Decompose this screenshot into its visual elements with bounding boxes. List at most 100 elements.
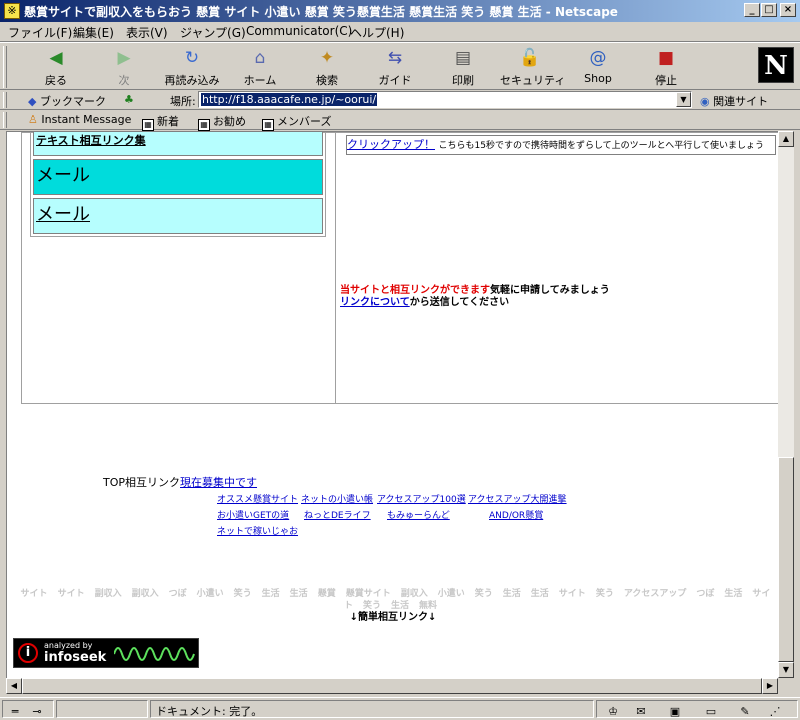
forward-arrow-icon: ▶ — [117, 48, 131, 68]
menu-go[interactable]: ジャンプ(G) — [180, 24, 246, 41]
navigation-toolbar: ◀ 戻る ▶ 次 ↻ 再読み込み ⌂ ホーム ✦ 検索 ⇆ ガイド ▤ 印刷 🔓… — [0, 42, 800, 90]
mail-link-1[interactable]: メール — [36, 161, 90, 187]
address-book-icon[interactable]: ▣ — [667, 705, 683, 719]
scroll-up-arrow-icon[interactable]: ▲ — [778, 131, 794, 147]
status-text: ドキュメント: 完了。 — [156, 705, 263, 718]
recommend-button[interactable]: ▦ お勧め — [198, 113, 246, 131]
horizontal-scrollbar[interactable]: ◀ ▶ — [6, 678, 778, 694]
connection-indicator: ═ ⊸ — [2, 700, 54, 718]
component-bar: ♔ ✉ ▣ ▭ ✎ ⋰ — [596, 700, 798, 718]
vertical-scroll-thumb[interactable] — [778, 457, 794, 662]
top-link-8[interactable]: AND/OR懸賞 — [489, 508, 543, 521]
shop-button[interactable]: @ Shop — [568, 47, 628, 89]
stop-button[interactable]: ■ 停止 — [636, 47, 696, 89]
window-title: 懸賞サイトで副収入をもらおう 懸賞 サイト 小遣い 懸賞 笑う懸賞生活 懸賞生活… — [24, 5, 618, 19]
top-mutual-link-heading: TOP相互リンク現在募集中です — [103, 476, 258, 489]
progress-bar — [56, 700, 148, 718]
url-input[interactable]: http://f18.aaacafe.ne.jp/~oorui/ ▼ — [198, 91, 692, 108]
related-sites-button[interactable]: ◉ 関連サイト — [700, 93, 768, 109]
forward-button[interactable]: ▶ 次 — [94, 47, 154, 89]
mail-link-2[interactable]: メール — [36, 200, 90, 226]
top-link-9[interactable]: ネットで稼いじゃお — [217, 524, 298, 537]
vertical-scrollbar[interactable]: ▲ ▼ — [778, 131, 794, 678]
top-link-5[interactable]: お小遣いGETの道 — [217, 508, 289, 521]
scroll-down-arrow-icon[interactable]: ▼ — [778, 662, 794, 678]
navigator-icon[interactable]: ♔ — [605, 705, 621, 719]
instant-message-button[interactable]: ♙ Instant Message — [28, 113, 131, 126]
frame-table: テキスト相互リンク集 メール メール クリックアップ！ こちらも15秒ですので携… — [21, 132, 778, 404]
link-about-line: リンクについてから送信してください — [340, 297, 510, 308]
lock-icon: 🔓 — [519, 48, 541, 68]
horizontal-scroll-thumb[interactable] — [22, 678, 762, 694]
click-up-box: クリックアップ！ こちらも15秒ですので携待時間をずらして上のツールとへ平行して… — [346, 135, 776, 155]
network-connection-icon: ═ — [11, 705, 19, 718]
scroll-left-arrow-icon[interactable]: ◀ — [6, 678, 22, 694]
bookmarks-button[interactable]: ◆ ブックマーク — [28, 93, 106, 109]
toolbar-grip[interactable] — [3, 46, 7, 88]
mail-cell-highlight[interactable]: メール — [33, 159, 323, 195]
edit-pen-icon[interactable]: ✎ — [737, 705, 753, 719]
menu-help[interactable]: ヘルプ(H) — [350, 24, 404, 41]
scroll-right-arrow-icon[interactable]: ▶ — [762, 678, 778, 694]
print-button[interactable]: ▤ 印刷 — [433, 47, 493, 89]
new-button[interactable]: ▦ 新着 — [142, 113, 179, 131]
title-bar: ※ 懸賞サイトで副収入をもらおう 懸賞 サイト 小遣い 懸賞 笑う懸賞生活 懸賞… — [0, 0, 800, 22]
waveform-graphic — [114, 641, 196, 667]
security-button[interactable]: 🔓 セキュリティ — [500, 47, 565, 89]
printer-icon: ▤ — [454, 48, 472, 68]
top-link-6[interactable]: ねっとDEライフ — [304, 508, 371, 521]
back-button[interactable]: ◀ 戻る — [26, 47, 86, 89]
top-link-3[interactable]: アクセスアップ100選 — [377, 492, 466, 505]
top-link-1[interactable]: オススメ懸賞サイト — [217, 492, 298, 505]
click-up-link[interactable]: クリックアップ！ — [347, 138, 435, 151]
text-link-collection-cell[interactable]: テキスト相互リンク集 — [33, 132, 323, 156]
menu-communicator[interactable]: Communicator(C) — [246, 24, 352, 38]
netscape-app-icon[interactable]: ※ — [4, 3, 20, 19]
click-up-description: こちらも15秒ですので携待時間をずらして上のツールとへ平行して使いましょう — [438, 141, 764, 151]
top-link-2[interactable]: ネットの小遣い帳 — [301, 492, 373, 505]
left-link-table: テキスト相互リンク集 メール メール — [30, 132, 326, 237]
page-icon: ▦ — [142, 119, 154, 131]
stop-icon: ■ — [657, 48, 675, 68]
reload-icon: ↻ — [184, 48, 200, 68]
status-bar: ═ ⊸ ドキュメント: 完了。 ♔ ✉ ▣ ▭ ✎ ⋰ — [0, 697, 800, 720]
netscape-logo[interactable]: N — [758, 47, 794, 83]
plug-icon: ⊸ — [32, 705, 42, 718]
composer-icon[interactable]: ▭ — [703, 705, 719, 719]
resize-grip-icon[interactable]: ⋰ — [767, 705, 783, 719]
menu-file[interactable]: ファイル(F) — [8, 24, 72, 41]
search-icon: ✦ — [319, 48, 335, 68]
person-icon: ♙ — [28, 113, 38, 126]
home-button[interactable]: ⌂ ホーム — [230, 47, 290, 89]
recruiting-link[interactable]: 現在募集中です — [180, 476, 257, 489]
text-link-collection-link[interactable]: テキスト相互リンク集 — [36, 132, 146, 148]
close-button[interactable]: × — [780, 3, 796, 17]
page-proxy-icon[interactable]: ♣ — [124, 93, 134, 106]
top-link-4[interactable]: アクセスアップ大開進撃 — [468, 492, 567, 505]
minimize-button[interactable]: _ — [744, 3, 760, 17]
bookmark-icon: ◆ — [28, 95, 37, 108]
maximize-button[interactable]: □ — [761, 3, 777, 17]
members-button[interactable]: ▦ メンバーズ — [262, 113, 331, 131]
personal-grip[interactable] — [3, 112, 7, 128]
mail-cell[interactable]: メール — [33, 198, 323, 234]
menu-edit[interactable]: 編集(E) — [73, 24, 114, 41]
infoseek-analyzed-badge[interactable]: i analyzed by infoseek — [13, 638, 199, 668]
location-toolbar: ◆ ブックマーク ♣ 場所: http://f18.aaacafe.ne.jp/… — [0, 90, 800, 110]
mail-icon[interactable]: ✉ — [633, 705, 649, 719]
right-frame: クリックアップ！ こちらも15秒ですので携待時間をずらして上のツールとへ平行して… — [338, 133, 778, 403]
location-grip[interactable] — [3, 92, 7, 108]
link-about-link[interactable]: リンクについて — [340, 297, 410, 308]
menu-bar: ファイル(F) 編集(E) 表示(V) ジャンプ(G) Communicator… — [0, 22, 800, 42]
guide-button[interactable]: ⇆ ガイド — [365, 47, 425, 89]
info-icon: i — [18, 643, 38, 663]
url-text: http://f18.aaacafe.ne.jp/~oorui/ — [201, 93, 378, 106]
page-icon: ▦ — [262, 119, 274, 131]
menu-view[interactable]: 表示(V) — [126, 24, 168, 41]
back-arrow-icon: ◀ — [49, 48, 63, 68]
top-link-7[interactable]: もみゅーらんど — [387, 508, 450, 521]
reload-button[interactable]: ↻ 再読み込み — [160, 47, 224, 89]
search-button[interactable]: ✦ 検索 — [297, 47, 357, 89]
url-dropdown-arrow-icon[interactable]: ▼ — [676, 92, 691, 107]
page-icon: ▦ — [198, 119, 210, 131]
